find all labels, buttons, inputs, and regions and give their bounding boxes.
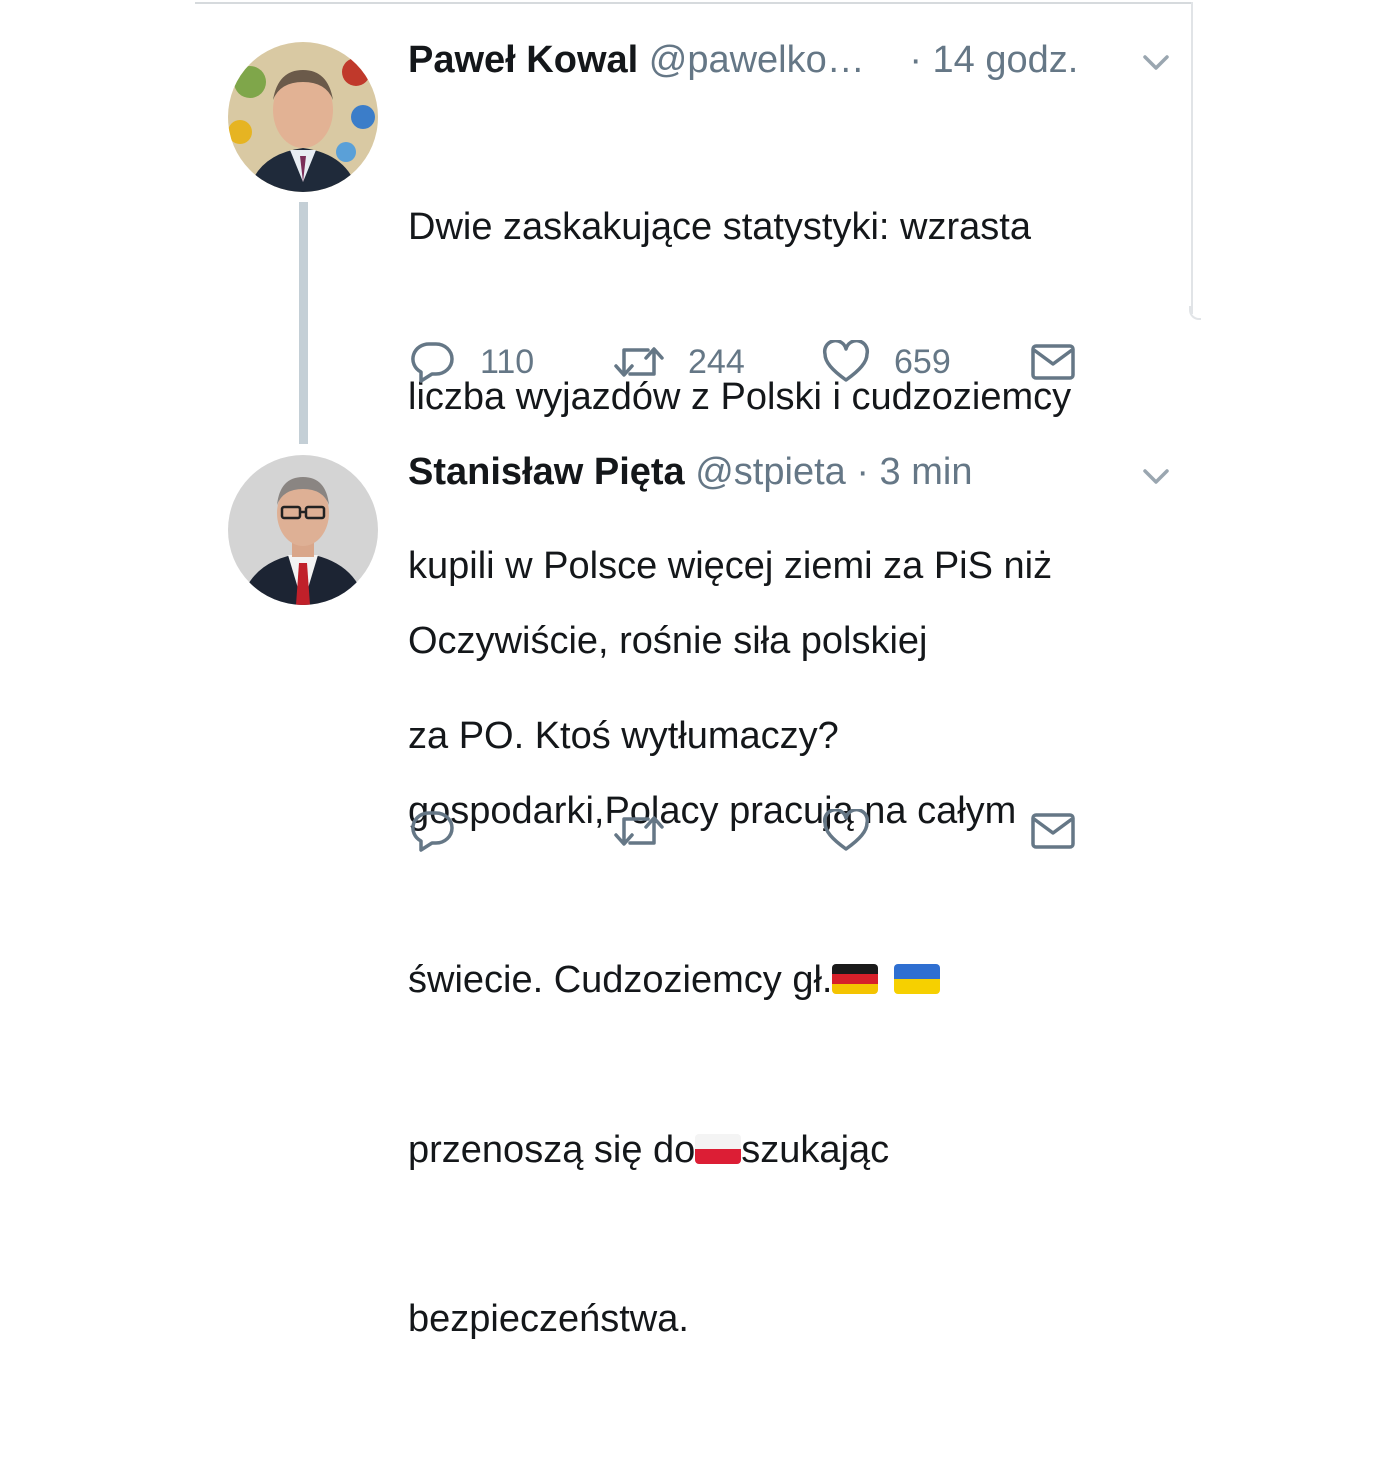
side-divider-corner <box>1189 306 1201 320</box>
direct-message-button[interactable] <box>1030 806 1076 856</box>
tweet-timestamp[interactable]: · 14 godz. <box>909 39 1078 81</box>
flag-poland-icon <box>695 1133 742 1164</box>
retweet-icon <box>612 340 666 384</box>
tweet-text: Oczywiście, rośnie siła polskiej gospoda… <box>408 500 1016 1461</box>
heart-icon <box>822 809 870 853</box>
tweet-text-line: przenoszą się do szukając <box>408 1122 1016 1179</box>
flag-germany-icon <box>832 964 879 994</box>
tweet-text-line: Dwie zaskakujące statystyki: wzrasta <box>408 206 1031 248</box>
tweet-actions <box>408 806 1188 856</box>
chevron-down-icon[interactable] <box>1142 468 1170 486</box>
tweet-1-header: Paweł Kowal @pawelko… · 14 godz. <box>408 38 1078 82</box>
retweet-icon <box>612 809 666 853</box>
chevron-down-icon[interactable] <box>1142 54 1170 72</box>
envelope-icon <box>1030 342 1076 382</box>
reply-icon <box>410 340 456 384</box>
envelope-icon <box>1030 811 1076 851</box>
tweet-text-fragment: szukając <box>741 1128 890 1171</box>
like-button[interactable] <box>822 806 870 856</box>
author-handle[interactable]: @stpieta <box>695 451 846 493</box>
flag-ukraine-icon <box>894 964 941 994</box>
tweet-2-header: Stanisław Pięta @stpieta · 3 min <box>408 450 972 494</box>
avatar-pawel-kowal[interactable] <box>228 42 378 192</box>
top-divider <box>195 2 1193 4</box>
retweet-button[interactable] <box>612 806 666 856</box>
tweet-timestamp[interactable]: · 3 min <box>856 451 972 493</box>
reply-button[interactable]: 110 <box>410 337 534 387</box>
side-divider <box>1191 2 1193 314</box>
tweet-1[interactable]: Paweł Kowal @pawelko… · 14 godz. Dwie za… <box>408 38 1188 757</box>
thread-line <box>299 202 308 444</box>
like-count: 659 <box>894 342 951 381</box>
reply-icon <box>410 809 456 853</box>
direct-message-button[interactable] <box>1030 337 1076 387</box>
like-button[interactable]: 659 <box>822 337 951 387</box>
reply-count: 110 <box>480 342 535 381</box>
reply-button[interactable] <box>410 806 456 856</box>
author-name[interactable]: Paweł Kowal <box>408 39 638 81</box>
tweet-text-line: Oczywiście, rośnie siła polskiej <box>408 620 928 662</box>
avatar-stanislaw-pieta[interactable] <box>228 455 378 605</box>
retweet-count: 244 <box>688 342 745 381</box>
tweet-text-fragment: świecie. Cudzoziemcy gł. <box>408 959 833 1001</box>
tweet-text-line: bezpieczeństwa. <box>408 1298 689 1340</box>
tweet-text-fragment: przenoszą się do <box>408 1128 696 1171</box>
tweet-2[interactable]: Stanisław Pięta @stpieta · 3 min Oczywiś… <box>408 450 1188 1340</box>
author-handle[interactable]: @pawelko… <box>649 39 865 81</box>
retweet-button[interactable]: 244 <box>612 337 745 387</box>
author-name[interactable]: Stanisław Pięta <box>408 451 685 493</box>
tweet-actions: 110 244 659 <box>408 337 1188 387</box>
heart-icon <box>822 340 870 384</box>
tweet-text-line: świecie. Cudzoziemcy gł. <box>408 952 1016 1009</box>
